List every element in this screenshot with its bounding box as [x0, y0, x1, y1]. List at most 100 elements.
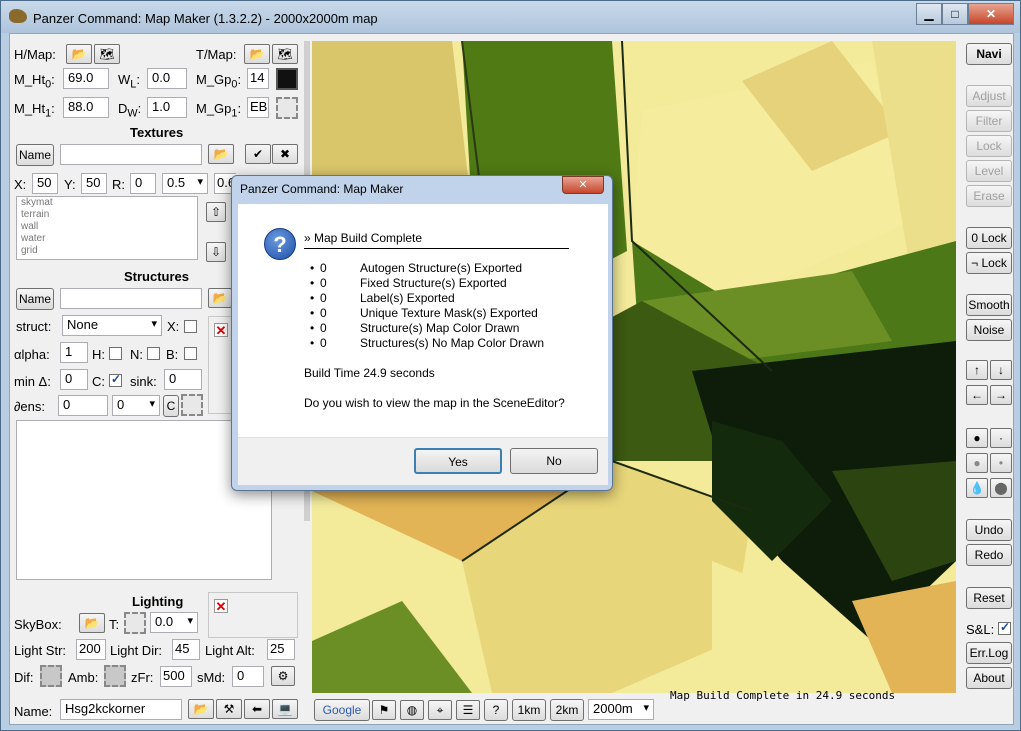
texture-list-item[interactable]: terrain [17, 209, 197, 221]
structure-name-button[interactable]: Name [16, 288, 54, 310]
m-ht0-input[interactable]: 69.0 [63, 68, 109, 89]
arrow-up-icon[interactable]: ↑ [966, 360, 988, 380]
texture-delete-x-icon[interactable]: ✖ [272, 144, 298, 164]
dens-c-button[interactable]: C [163, 395, 179, 417]
brush-large-drop-icon[interactable]: ● [966, 428, 988, 448]
texture-x-input[interactable]: 50 [32, 173, 58, 194]
texture-y-input[interactable]: 50 [81, 173, 107, 194]
back-arrow-icon[interactable]: ⬅ [244, 699, 270, 719]
texture-scale-select[interactable]: 0.5 [162, 173, 208, 194]
lock-button[interactable]: Lock [966, 135, 1012, 157]
t-select[interactable]: 0.0 [150, 612, 198, 633]
about-button[interactable]: About [966, 667, 1012, 689]
scale-2km-button[interactable]: 2km [550, 699, 584, 721]
move-up-arrow-icon[interactable]: ⇧ [206, 202, 226, 222]
alpha-input[interactable]: 1 [60, 342, 88, 363]
texture-list-item[interactable]: water [17, 233, 197, 245]
navi-button[interactable]: Navi [966, 43, 1012, 65]
m-ht1-input[interactable]: 88.0 [63, 97, 109, 118]
struct-select[interactable]: None [62, 315, 162, 336]
minimize-button[interactable]: ▁ [916, 3, 942, 25]
m-gp0-color-swatch[interactable] [276, 68, 298, 90]
structure-name-input[interactable] [60, 288, 202, 309]
zero-lock-button[interactable]: 0 Lock [966, 227, 1012, 249]
globe-icon[interactable]: ◍ [400, 700, 424, 720]
not-lock-button[interactable]: ¬ Lock [966, 252, 1012, 274]
google-button[interactable]: Google [314, 699, 370, 721]
map-open-folder-icon[interactable]: 📂 [188, 699, 214, 719]
level-button[interactable]: Level [966, 160, 1012, 182]
dens-color-swatch[interactable] [181, 394, 203, 416]
sl-checkbox[interactable] [998, 620, 1011, 635]
brush-blur-drop-icon[interactable]: 💧 [966, 478, 988, 498]
scale-1km-button[interactable]: 1km [512, 699, 546, 721]
errlog-button[interactable]: Err.Log [966, 642, 1012, 664]
struct-x-checkbox[interactable] [184, 320, 197, 333]
dw-input[interactable]: 1.0 [147, 97, 187, 118]
h-checkbox[interactable] [109, 347, 122, 360]
build-tools-icon[interactable]: ⚒ [216, 699, 242, 719]
smooth-button[interactable]: Smooth [966, 294, 1012, 316]
light-dir-input[interactable]: 45 [172, 639, 200, 660]
erase-button[interactable]: Erase [966, 185, 1012, 207]
brush-blur-circle-icon[interactable]: ⬤ [990, 478, 1012, 498]
zfr-input[interactable]: 500 [160, 666, 192, 687]
flag-icon[interactable]: ⚑ [372, 700, 396, 720]
brush-small-dot-icon[interactable]: · [990, 428, 1012, 448]
b-checkbox[interactable] [184, 347, 197, 360]
texture-list-item[interactable]: wall [17, 221, 197, 233]
move-down-arrow-icon[interactable]: ⇩ [206, 242, 226, 262]
smd-input[interactable]: 0 [232, 666, 264, 687]
settings-gear-icon[interactable]: ⚙ [271, 666, 295, 686]
m-gp0-input[interactable]: 14 [247, 68, 269, 89]
yes-button[interactable]: Yes [414, 448, 502, 474]
tmap-open-folder-icon[interactable]: 📂 [244, 44, 270, 64]
wl-input[interactable]: 0.0 [147, 68, 187, 89]
sink-input[interactable]: 0 [164, 369, 202, 390]
arrow-left-icon[interactable]: ← [966, 385, 988, 405]
map-name-input[interactable]: Hsg2kckorner [60, 699, 182, 720]
dialog-close-button[interactable]: ✕ [562, 176, 604, 194]
min-delta-input[interactable]: 0 [60, 369, 88, 390]
no-button[interactable]: No [510, 448, 598, 474]
structure-open-folder-icon[interactable]: 📂 [208, 288, 232, 308]
m-gp1-color-swatch[interactable] [276, 97, 298, 119]
filter-button[interactable]: Filter [966, 110, 1012, 132]
texture-accept-check-icon[interactable]: ✔ [245, 144, 271, 164]
skybox-open-folder-icon[interactable]: 📂 [79, 613, 105, 633]
dif-color-swatch[interactable] [40, 665, 62, 687]
texture-list-item[interactable]: skymat [17, 197, 197, 209]
zoom-select[interactable]: 2000m [588, 699, 654, 720]
notes-icon[interactable]: ☰ [456, 700, 480, 720]
texture-open-folder-icon[interactable]: 📂 [208, 144, 234, 164]
texture-name-button[interactable]: Name [16, 144, 54, 166]
computer-export-icon[interactable]: 💻 [272, 699, 298, 719]
arrow-down-icon[interactable]: ↓ [990, 360, 1012, 380]
noise-button[interactable]: Noise [966, 319, 1012, 341]
light-alt-input[interactable]: 25 [267, 639, 295, 660]
texture-name-input[interactable] [60, 144, 202, 165]
redo-button[interactable]: Redo [966, 544, 1012, 566]
help-button[interactable]: ? [484, 699, 508, 721]
undo-button[interactable]: Undo [966, 519, 1012, 541]
brush-soft-dot-icon[interactable]: • [990, 453, 1012, 473]
t-color-swatch[interactable] [124, 612, 146, 634]
hmap-open-folder-icon[interactable]: 📂 [66, 44, 92, 64]
m-gp1-input[interactable]: EB [247, 97, 269, 118]
hmap-world-map-icon[interactable]: 🗺 [94, 44, 120, 64]
amb-color-swatch[interactable] [104, 665, 126, 687]
close-button[interactable]: ✕ [968, 3, 1014, 25]
brush-soft-drop-icon[interactable]: ● [966, 453, 988, 473]
tmap-world-map-icon[interactable]: 🗺 [272, 44, 298, 64]
maximize-button[interactable]: □ [942, 3, 968, 25]
n-checkbox[interactable] [147, 347, 160, 360]
reset-button[interactable]: Reset [966, 587, 1012, 609]
texture-list-item[interactable]: grid [17, 245, 197, 257]
dens-select[interactable]: 0 [112, 395, 160, 416]
arrow-right-icon[interactable]: → [990, 385, 1012, 405]
dens-input[interactable]: 0 [58, 395, 108, 416]
light-str-input[interactable]: 200 [76, 639, 106, 660]
texture-list[interactable]: skymat terrain wall water grid [16, 196, 198, 260]
crosshair-icon[interactable]: ⌖ [428, 700, 452, 720]
c-checkbox[interactable] [109, 372, 122, 387]
